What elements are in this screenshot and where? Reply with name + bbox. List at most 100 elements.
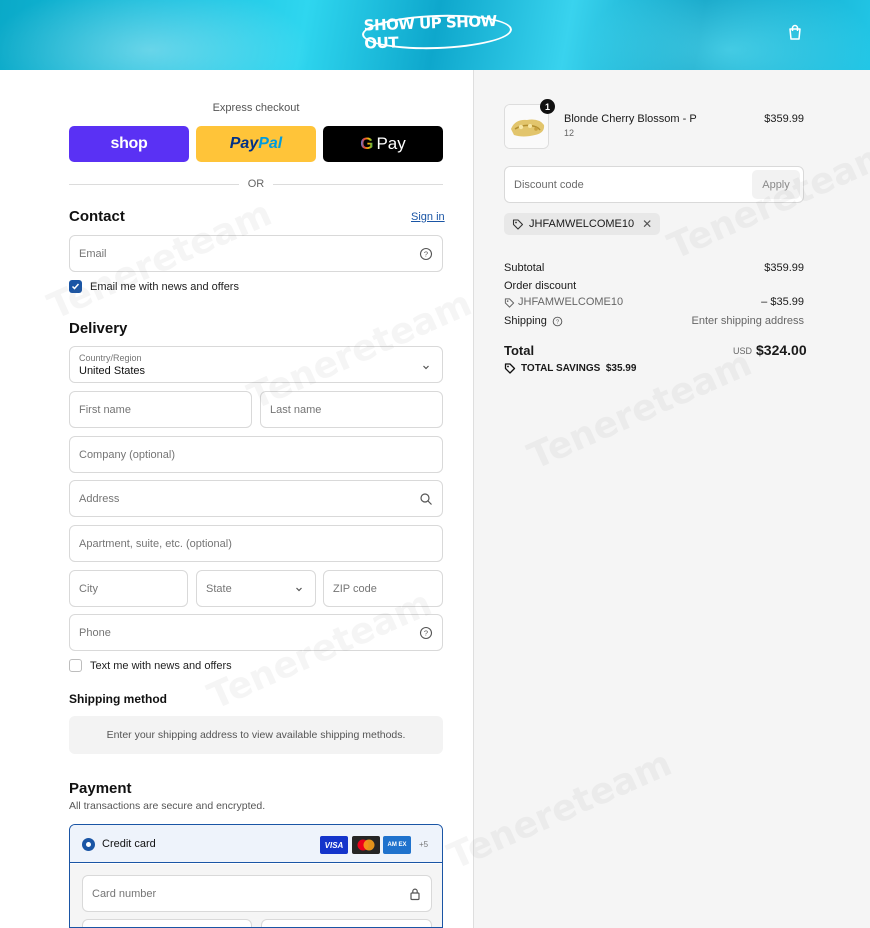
company-placeholder: Company (optional) — [79, 448, 175, 461]
total-savings-text: TOTAL SAVINGS $35.99 — [521, 362, 637, 374]
tag-icon — [504, 297, 515, 308]
address-field[interactable]: Address — [69, 480, 443, 517]
order-discount-label: Order discount — [504, 280, 577, 292]
search-icon — [420, 493, 432, 505]
first-name-placeholder: First name — [79, 403, 131, 416]
address-placeholder: Address — [79, 492, 120, 505]
card-number-field[interactable]: Card number — [82, 875, 432, 912]
help-icon[interactable]: ? — [419, 626, 433, 640]
order-discount-value: – $35.99 — [761, 296, 804, 308]
text-news-checkbox[interactable] — [69, 659, 82, 672]
google-pay-button[interactable]: G Pay — [323, 126, 443, 162]
total-currency: USD — [733, 346, 753, 356]
paypal-label-pal: Pal — [258, 135, 283, 152]
credit-card-label: Credit card — [102, 838, 156, 850]
order-discount-code: JHFAMWELCOME10 — [518, 296, 624, 308]
shipping-method-heading: Shipping method — [69, 692, 167, 706]
or-divider: OR — [69, 178, 443, 190]
total-label: Total — [504, 343, 535, 358]
last-name-placeholder: Last name — [270, 403, 322, 416]
amex-icon: AM EX — [383, 836, 411, 854]
first-name-field[interactable]: First name — [69, 391, 252, 428]
state-select[interactable]: State — [196, 570, 316, 607]
country-select[interactable]: Country/Region United States — [69, 346, 443, 383]
country-label: Country/Region — [79, 353, 142, 363]
shipping-label: Shipping — [504, 315, 547, 327]
total-savings: TOTAL SAVINGS $35.99 — [504, 362, 636, 374]
zip-field[interactable]: ZIP code — [323, 570, 443, 607]
header-banner: SHOW UP SHOW OUT — [0, 0, 870, 70]
shopping-bag-icon[interactable] — [787, 24, 803, 40]
security-code-field[interactable] — [261, 919, 432, 927]
company-field[interactable]: Company (optional) — [69, 436, 443, 473]
expiration-field[interactable] — [82, 919, 252, 927]
payment-heading: Payment — [69, 780, 132, 797]
delivery-heading: Delivery — [69, 320, 128, 337]
chevron-down-icon — [423, 365, 429, 370]
shipping-value: Enter shipping address — [691, 315, 804, 327]
city-placeholder: City — [79, 582, 98, 595]
mastercard-icon — [352, 836, 380, 854]
total-value: $324.00 — [756, 342, 807, 358]
subtotal-label: Subtotal — [504, 262, 545, 274]
applied-discount-code: JHFAMWELCOME10 — [529, 218, 635, 230]
country-value: United States — [79, 365, 146, 377]
apartment-field[interactable]: Apartment, suite, etc. (optional) — [69, 525, 443, 562]
google-pay-label: Pay — [376, 134, 406, 153]
svg-text:?: ? — [424, 250, 428, 259]
email-news-checkbox[interactable] — [69, 280, 82, 293]
text-news-checkbox-row[interactable]: Text me with news and offers — [69, 659, 232, 672]
card-fields-area: Card number — [70, 864, 442, 927]
zip-placeholder: ZIP code — [333, 582, 377, 595]
subtotal-value: $359.99 — [764, 262, 804, 274]
email-news-checkbox-row[interactable]: Email me with news and offers — [69, 280, 239, 293]
city-field[interactable]: City — [69, 570, 188, 607]
last-name-field[interactable]: Last name — [260, 391, 443, 428]
more-cards-count: +5 — [419, 840, 429, 849]
tag-icon — [512, 219, 524, 230]
applied-discount-tag: JHFAMWELCOME10 ✕ — [504, 213, 661, 235]
credit-card-header[interactable]: Credit card VISA AM EX +5 — [70, 825, 442, 863]
shop-pay-label: shop — [110, 135, 148, 152]
shipping-method-notice: Enter your shipping address to view avai… — [69, 716, 443, 754]
lock-icon — [410, 888, 420, 901]
or-label: OR — [247, 178, 265, 190]
product-price: $359.99 — [764, 113, 804, 125]
text-news-label: Text me with news and offers — [90, 659, 232, 672]
payment-subtitle: All transactions are secure and encrypte… — [69, 800, 266, 812]
shipping-row: Shipping ? — [504, 315, 563, 327]
tag-icon — [504, 363, 516, 374]
help-icon[interactable]: ? — [419, 247, 433, 261]
help-icon[interactable]: ? — [552, 316, 563, 327]
visa-icon: VISA — [320, 836, 348, 854]
svg-text:?: ? — [424, 629, 428, 638]
card-number-placeholder: Card number — [92, 887, 157, 900]
email-field[interactable]: Email ? — [69, 235, 443, 272]
email-placeholder: Email — [79, 247, 107, 260]
google-g-icon: G — [360, 134, 374, 153]
product-name: Blonde Cherry Blossom - P — [564, 113, 697, 125]
discount-code-field[interactable]: Discount code Apply — [504, 166, 804, 203]
quantity-badge: 1 — [540, 99, 555, 114]
paypal-label-pay: Pay — [229, 135, 259, 152]
apartment-placeholder: Apartment, suite, etc. (optional) — [79, 537, 232, 550]
express-checkout-label: Express checkout — [212, 102, 300, 114]
credit-card-option[interactable]: Credit card VISA AM EX +5 Card number — [69, 824, 443, 928]
svg-text:?: ? — [556, 319, 560, 325]
credit-card-radio[interactable] — [82, 838, 95, 851]
state-placeholder: State — [206, 582, 232, 595]
paypal-button[interactable]: Pay Pal — [196, 126, 316, 162]
phone-placeholder: Phone — [79, 626, 111, 639]
remove-discount-icon[interactable]: ✕ — [642, 217, 652, 231]
email-news-label: Email me with news and offers — [90, 280, 239, 293]
shop-pay-button[interactable]: shop — [69, 126, 189, 162]
contact-heading: Contact — [69, 208, 125, 225]
shipping-method-message: Enter your shipping address to view avai… — [106, 729, 406, 741]
product-variant: 12 — [564, 128, 575, 138]
apply-discount-button[interactable]: Apply — [752, 170, 800, 199]
store-logo[interactable]: SHOW UP SHOW OUT — [361, 12, 513, 53]
order-discount-code-row: JHFAMWELCOME10 — [504, 296, 623, 308]
phone-field[interactable]: Phone ? — [69, 614, 443, 651]
sign-in-link[interactable]: Sign in — [411, 211, 445, 223]
discount-code-placeholder: Discount code — [514, 179, 584, 191]
